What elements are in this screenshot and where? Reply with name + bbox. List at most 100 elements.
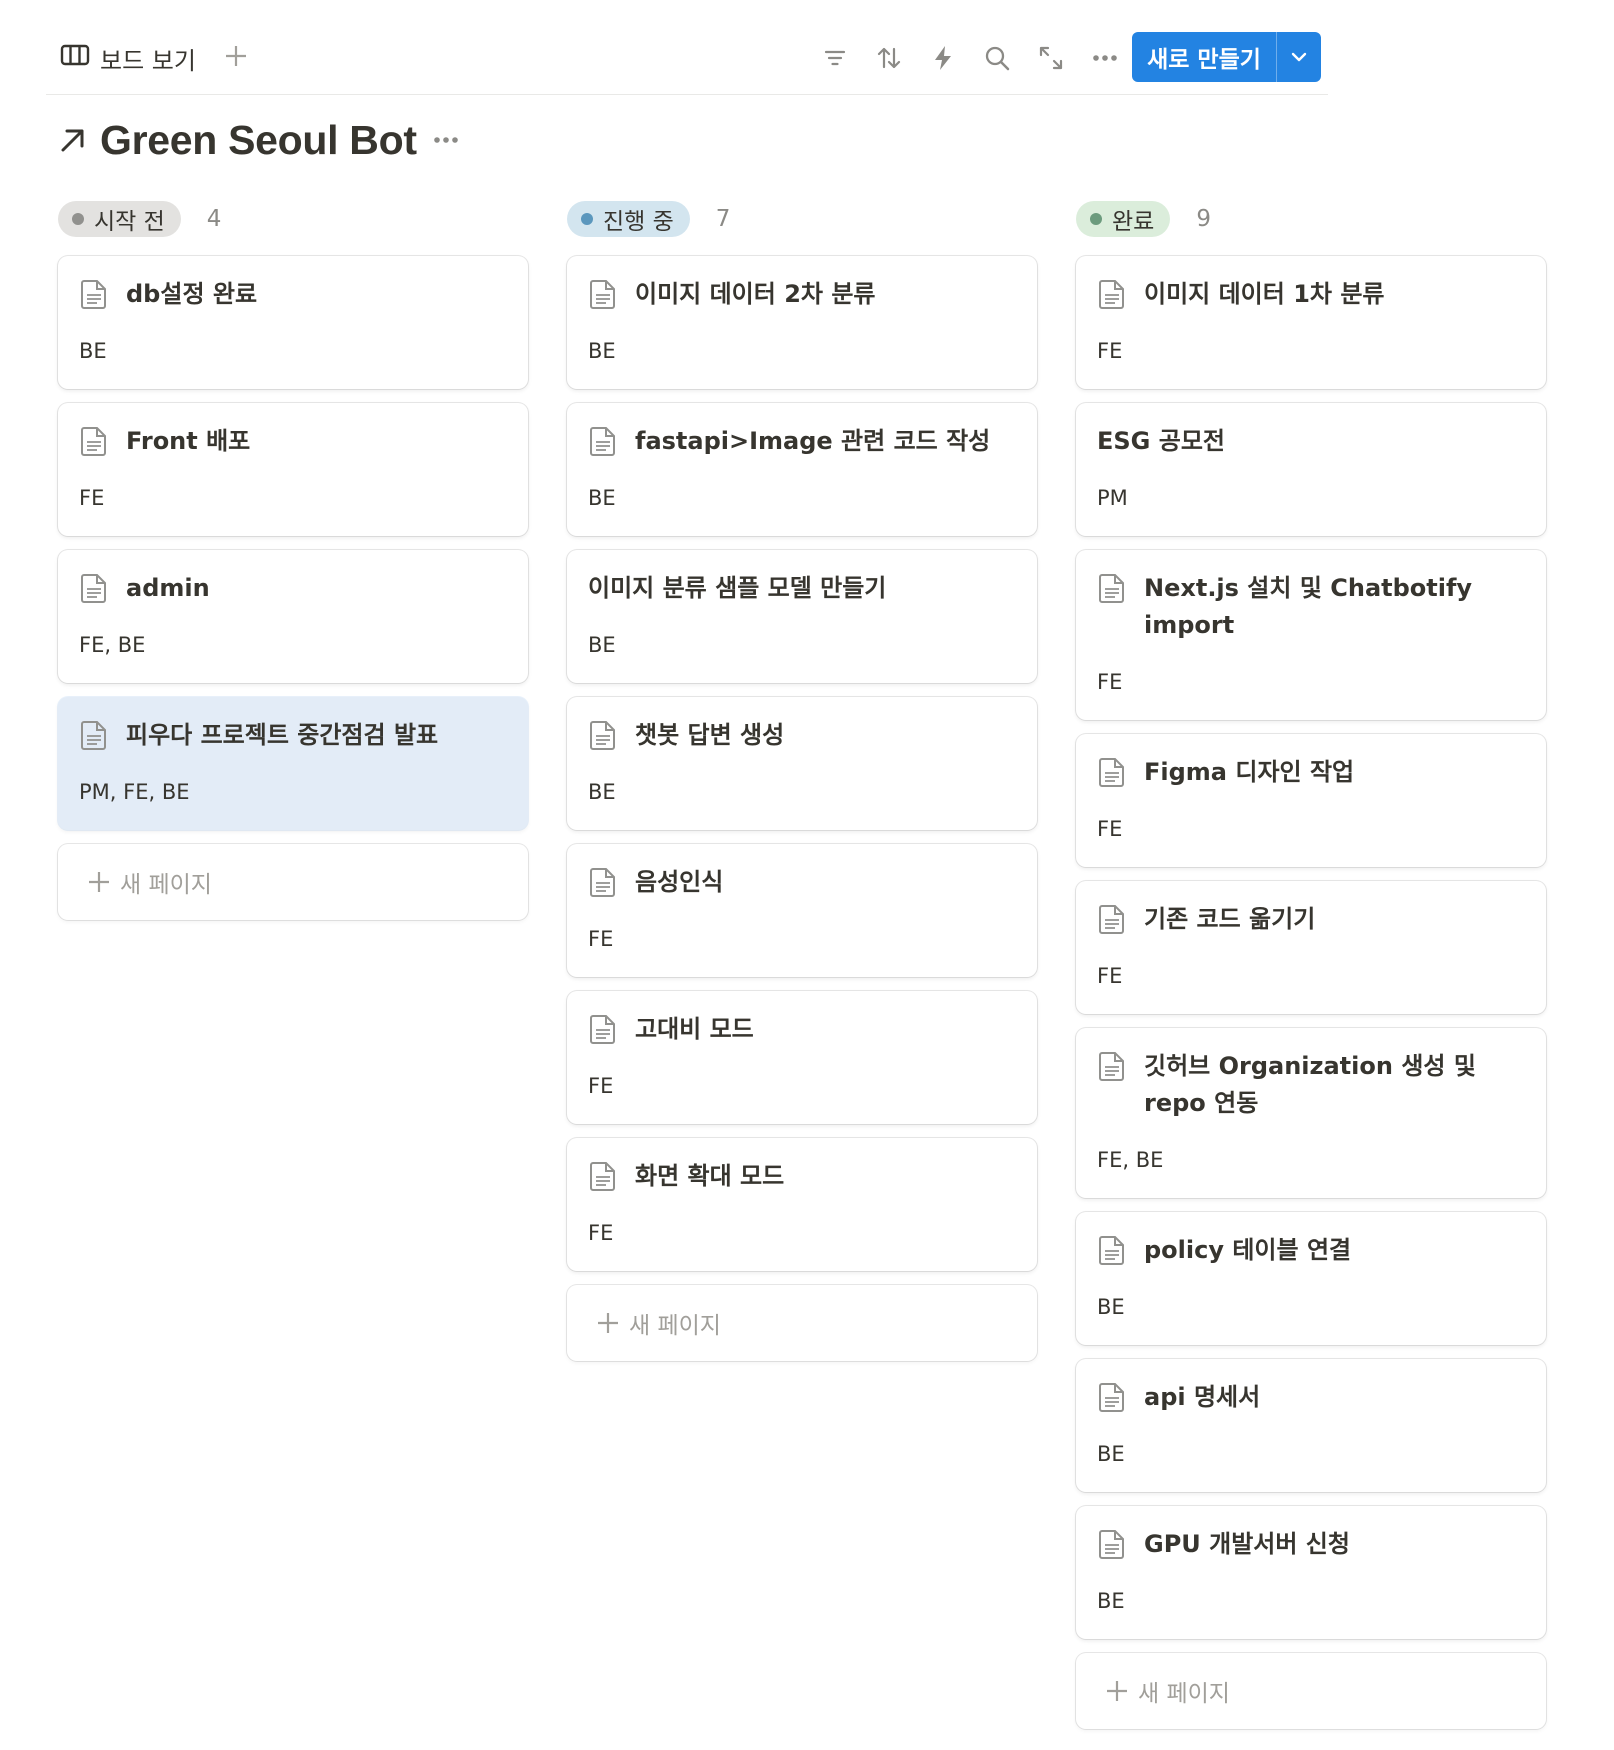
board-card[interactable]: 화면 확대 모드 FE [567, 1138, 1037, 1271]
card-title: ESG 공모전 [1097, 427, 1225, 455]
card-title: 이미지 데이터 2차 분류 [635, 280, 876, 308]
card-tags: BE [1097, 1442, 1125, 1466]
plus-icon [1107, 1681, 1127, 1701]
board-column-in-progress: 진행 중 7 이미지 데이터 2차 분류 BE fastapi>Image 관련… [567, 200, 1039, 1361]
card-title: Front 배포 [126, 427, 251, 455]
board-column-done: 완료 9 이미지 데이터 1차 분류 FE ESG 공모전 PM Next.js… [1076, 200, 1548, 1729]
page-icon [1097, 1381, 1127, 1413]
card-title: fastapi>Image 관련 코드 작성 [635, 427, 991, 455]
page-icon [588, 278, 618, 310]
status-label: 시작 전 [94, 209, 165, 235]
new-page-label: 새 페이지 [629, 1313, 721, 1339]
card-tags: PM [1097, 486, 1128, 510]
board-card[interactable]: api 명세서 BE [1076, 1359, 1546, 1492]
board-card[interactable]: Front 배포 FE [58, 403, 528, 536]
page-icon [1097, 1528, 1127, 1560]
filter-icon[interactable] [808, 36, 862, 80]
more-icon[interactable] [1078, 36, 1132, 80]
status-pill[interactable]: 진행 중 [567, 201, 690, 237]
page-icon [79, 572, 109, 604]
card-tags: BE [1097, 1295, 1125, 1319]
card-title: db설정 완료 [126, 280, 258, 308]
board-card[interactable]: Figma 디자인 작업 FE [1076, 734, 1546, 867]
title-more-icon[interactable] [433, 136, 459, 144]
card-tags: FE, BE [1097, 1148, 1164, 1172]
card-title: admin [126, 574, 210, 602]
add-view-button[interactable] [216, 36, 256, 76]
card-tags: FE [1097, 817, 1123, 841]
page-title-row: Green Seoul Bot [58, 112, 459, 168]
page-icon [79, 719, 109, 751]
chevron-down-icon [1291, 52, 1307, 62]
board-card[interactable]: 깃허브 Organization 생성 및 repo 연동 FE, BE [1076, 1028, 1546, 1198]
card-tags: PM, FE, BE [79, 780, 190, 804]
new-page-button[interactable]: 새 페이지 [567, 1285, 1037, 1361]
card-title: api 명세서 [1144, 1383, 1261, 1411]
board-card[interactable]: Next.js 설치 및 Chatbotify import FE [1076, 550, 1546, 720]
board-card[interactable]: admin FE, BE [58, 550, 528, 683]
card-tags: BE [588, 780, 616, 804]
column-header: 시작 전 4 [58, 200, 530, 238]
sort-icon[interactable] [862, 36, 916, 80]
search-icon[interactable] [970, 36, 1024, 80]
status-pill[interactable]: 시작 전 [58, 201, 181, 237]
view-toolbar: 보드 보기 새로 만들기 [46, 30, 1328, 95]
page-icon [79, 278, 109, 310]
board-card[interactable]: 음성인식 FE [567, 844, 1037, 977]
status-dot [1090, 213, 1102, 225]
page-icon [1097, 1234, 1127, 1266]
board-card[interactable]: policy 테이블 연결 BE [1076, 1212, 1546, 1345]
page-icon [588, 1013, 618, 1045]
new-page-label: 새 페이지 [1138, 1681, 1230, 1707]
board-card[interactable]: 챗봇 답변 생성 BE [567, 697, 1037, 830]
card-tags: FE [79, 486, 105, 510]
page-title[interactable]: Green Seoul Bot [100, 117, 417, 164]
column-header: 진행 중 7 [567, 200, 1039, 238]
board-card[interactable]: ESG 공모전 PM [1076, 403, 1546, 536]
page-icon [1097, 278, 1127, 310]
board-card[interactable]: 고대비 모드 FE [567, 991, 1037, 1124]
page-icon [1097, 572, 1127, 604]
new-page-button[interactable]: 새 페이지 [58, 844, 528, 920]
column-count: 4 [206, 206, 222, 232]
status-label: 진행 중 [603, 209, 674, 235]
new-page-button[interactable]: 새 페이지 [1076, 1653, 1546, 1729]
new-button-dropdown[interactable] [1277, 32, 1321, 82]
card-title: 이미지 데이터 1차 분류 [1144, 280, 1385, 308]
board-card[interactable]: GPU 개발서버 신청 BE [1076, 1506, 1546, 1639]
arrow-up-right-icon[interactable] [58, 125, 88, 155]
status-label: 완료 [1112, 209, 1155, 235]
status-pill[interactable]: 완료 [1076, 201, 1171, 237]
automation-icon[interactable] [916, 36, 970, 80]
card-tags: BE [1097, 1589, 1125, 1613]
toolbar-actions [808, 36, 1132, 80]
page-icon [79, 425, 109, 457]
board-card[interactable]: fastapi>Image 관련 코드 작성 BE [567, 403, 1037, 536]
page-icon [1097, 903, 1127, 935]
card-tags: FE [588, 927, 614, 951]
card-tags: FE [1097, 670, 1123, 694]
column-header: 완료 9 [1076, 200, 1548, 238]
board-card[interactable]: db설정 완료 BE [58, 256, 528, 389]
board-card[interactable]: 기존 코드 옮기기 FE [1076, 881, 1546, 1014]
expand-icon[interactable] [1024, 36, 1078, 80]
card-title: policy 테이블 연결 [1144, 1236, 1352, 1264]
board-card[interactable]: 이미지 분류 샘플 모델 만들기 BE [567, 550, 1037, 683]
card-tags: BE [79, 339, 107, 363]
card-title: Next.js 설치 및 Chatbotify import [1144, 574, 1473, 639]
page-icon [1097, 756, 1127, 788]
page-icon [1097, 1050, 1127, 1082]
tab-board-view[interactable]: 보드 보기 [60, 40, 196, 76]
card-title: 피우다 프로젝트 중간점검 발표 [126, 721, 439, 749]
board-card[interactable]: 이미지 데이터 1차 분류 FE [1076, 256, 1546, 389]
status-dot [581, 213, 593, 225]
plus-icon [89, 872, 109, 892]
card-title: 이미지 분류 샘플 모델 만들기 [588, 574, 887, 602]
new-button[interactable]: 새로 만들기 [1132, 32, 1276, 82]
board-card[interactable]: 이미지 데이터 2차 분류 BE [567, 256, 1037, 389]
board-card-selected[interactable]: 피우다 프로젝트 중간점검 발표 PM, FE, BE [58, 697, 528, 830]
card-tags: FE [588, 1221, 614, 1245]
plus-icon [598, 1313, 618, 1333]
card-title: 챗봇 답변 생성 [635, 721, 785, 749]
card-tags: FE [1097, 964, 1123, 988]
